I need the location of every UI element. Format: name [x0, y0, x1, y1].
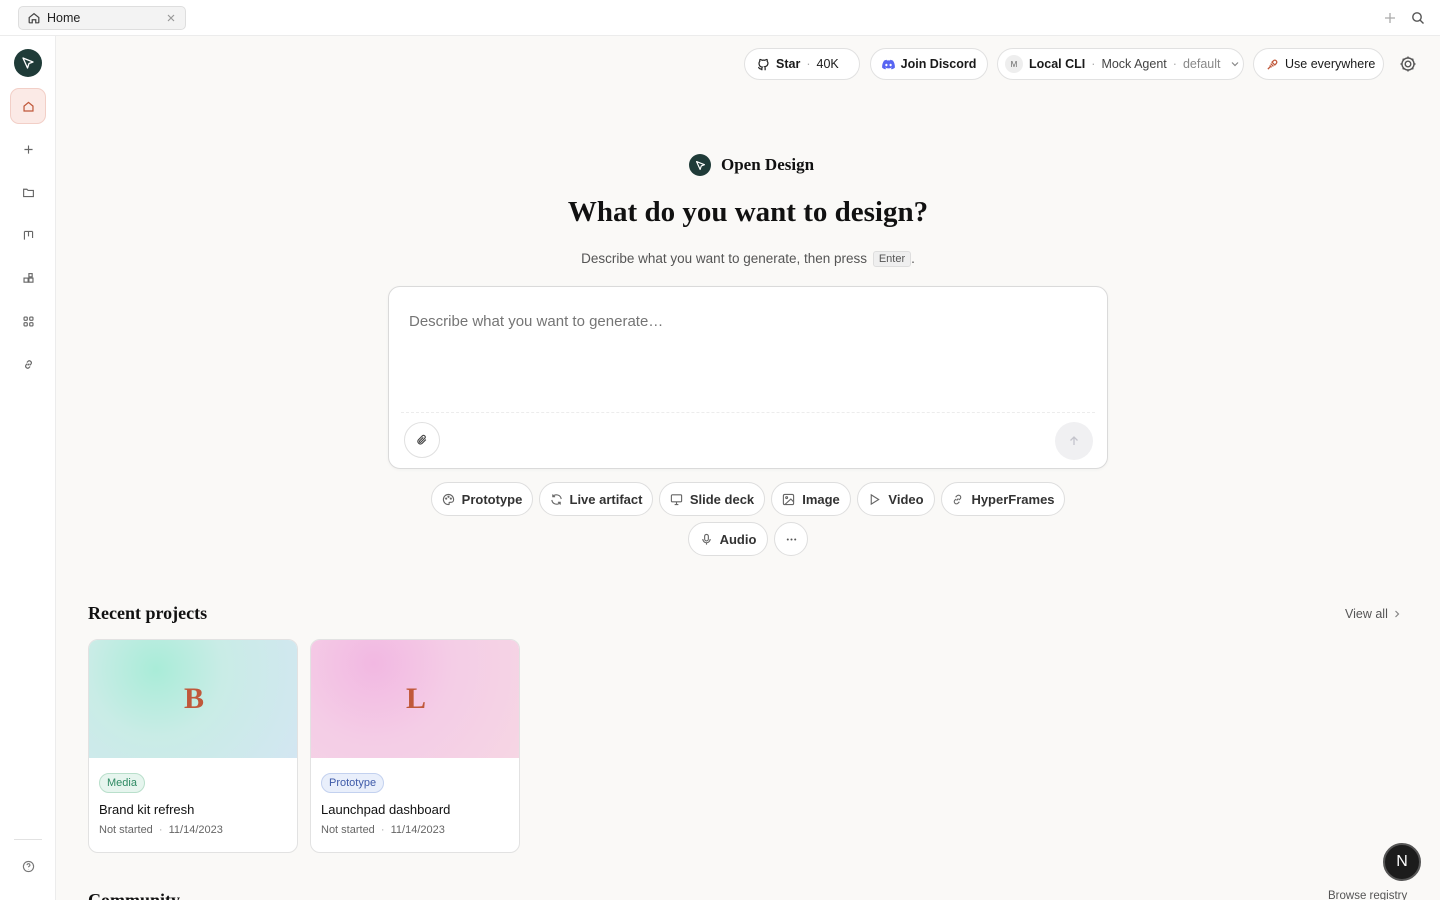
chip-label: HyperFrames	[971, 491, 1055, 507]
palette-icon	[442, 493, 454, 505]
project-date: 11/14/2023	[168, 824, 223, 836]
puzzle-icon	[22, 272, 34, 283]
close-icon[interactable]	[165, 12, 177, 24]
prompt-composer	[388, 286, 1108, 469]
project-meta: Not started · 11/14/2023	[321, 824, 445, 836]
subtitle-period: .	[911, 251, 915, 266]
gear-icon[interactable]	[1398, 54, 1418, 74]
attach-button[interactable]	[404, 422, 440, 458]
project-status: Not started	[99, 824, 153, 836]
discord-label: Join Discord	[900, 57, 977, 71]
project-title: Brand kit refresh	[99, 802, 195, 817]
play-icon	[871, 493, 881, 505]
view-all-label: View all	[1345, 607, 1388, 621]
composer-divider	[401, 412, 1095, 413]
brand: Open Design	[689, 154, 814, 176]
chip-label: Image	[802, 491, 840, 507]
plus-icon	[23, 144, 33, 154]
brand-logo	[689, 154, 711, 176]
home-icon	[28, 12, 40, 24]
refresh-icon	[550, 493, 562, 505]
project-thumbnail: B	[89, 640, 297, 758]
tab-home[interactable]: Home	[18, 6, 186, 30]
app-logo[interactable]	[14, 49, 42, 77]
sidebar-item-apps[interactable]	[10, 303, 46, 339]
browse-registry-link[interactable]: Browse registry	[1328, 890, 1407, 900]
mic-icon	[701, 533, 711, 545]
sidebar-divider	[14, 839, 42, 840]
enter-key-hint: Enter	[872, 251, 912, 267]
help-icon[interactable]	[22, 860, 35, 873]
chip-video[interactable]: Video	[857, 482, 935, 516]
agent-profile: default	[1182, 57, 1221, 71]
chip-slide-deck[interactable]: Slide deck	[659, 482, 765, 516]
chevron-down-icon	[1232, 62, 1239, 67]
chip-label: Audio	[719, 531, 757, 547]
search-icon[interactable]	[1411, 11, 1425, 25]
view-all-link[interactable]: View all	[1345, 607, 1402, 621]
plug-icon	[1267, 59, 1278, 70]
kanban-icon	[23, 230, 33, 240]
project-card[interactable]: B Media Brand kit refresh Not started · …	[88, 639, 298, 853]
project-status: Not started	[321, 824, 375, 836]
project-date: 11/14/2023	[390, 824, 445, 836]
cursor-logo-icon	[22, 57, 34, 69]
ellipsis-icon	[786, 537, 796, 541]
link-icon	[954, 494, 962, 504]
recent-projects-title: Recent projects	[88, 603, 208, 623]
chip-image[interactable]: Image	[771, 482, 851, 516]
cli-label: Local CLI	[1029, 57, 1086, 71]
community-title: Community	[88, 890, 181, 900]
chip-prototype[interactable]: Prototype	[431, 482, 533, 516]
chip-label: Live artifact	[569, 491, 643, 507]
star-count: 40K	[816, 57, 839, 71]
arrow-up-icon	[1070, 436, 1078, 445]
cli-badge: M	[1005, 55, 1023, 73]
sidebar-item-new[interactable]	[10, 131, 46, 167]
paperclip-icon	[417, 434, 427, 445]
github-icon	[757, 58, 769, 70]
project-tag: Media	[99, 773, 145, 793]
chip-label: Prototype	[461, 491, 523, 507]
discord-icon	[881, 59, 895, 69]
project-thumbnail: L	[311, 640, 519, 758]
sidebar-item-links[interactable]	[10, 346, 46, 382]
prompt-input[interactable]	[409, 313, 1089, 330]
home-icon	[22, 101, 34, 112]
monitor-icon	[670, 493, 683, 505]
tab-bar: Home	[0, 0, 1440, 36]
link-icon	[24, 359, 32, 369]
page-subtitle: Describe what you want to generate, then…	[0, 251, 1440, 267]
cursor-logo-icon	[695, 160, 705, 170]
image-icon	[783, 493, 795, 505]
chip-label: Slide deck	[689, 491, 755, 507]
sidebar-item-home[interactable]	[10, 88, 46, 124]
join-discord-button[interactable]: Join Discord	[870, 48, 988, 80]
avatar[interactable]: N	[1383, 843, 1421, 881]
use-everywhere-button[interactable]: Use everywhere	[1253, 48, 1384, 80]
chip-hyperframes[interactable]: HyperFrames	[941, 482, 1065, 516]
chevron-right-icon	[1394, 610, 1400, 618]
chip-label: Video	[888, 491, 924, 507]
brand-name: Open Design	[721, 155, 815, 174]
use-everywhere-label: Use everywhere	[1285, 57, 1376, 71]
send-button[interactable]	[1055, 422, 1093, 460]
project-card[interactable]: L Prototype Launchpad dashboard Not star…	[310, 639, 520, 853]
tab-label: Home	[47, 11, 81, 25]
page-title: What do you want to design?	[567, 196, 929, 228]
more-chips-button[interactable]	[774, 522, 808, 556]
agent-selector[interactable]: M Local CLI · Mock Agent · default	[997, 48, 1244, 80]
project-tag: Prototype	[321, 773, 385, 793]
star-label: Star	[776, 57, 801, 71]
project-title: Launchpad dashboard	[321, 802, 451, 817]
chip-live-artifact[interactable]: Live artifact	[539, 482, 653, 516]
plus-icon[interactable]	[1383, 11, 1397, 25]
github-star-button[interactable]: Star · 40K	[744, 48, 860, 80]
agent-name: Mock Agent	[1101, 57, 1167, 71]
project-meta: Not started · 11/14/2023	[99, 824, 223, 836]
subtitle-text: Describe what you want to generate, then…	[581, 251, 868, 266]
grid-icon	[22, 315, 34, 327]
chip-audio[interactable]: Audio	[688, 522, 768, 556]
sidebar	[0, 36, 56, 900]
